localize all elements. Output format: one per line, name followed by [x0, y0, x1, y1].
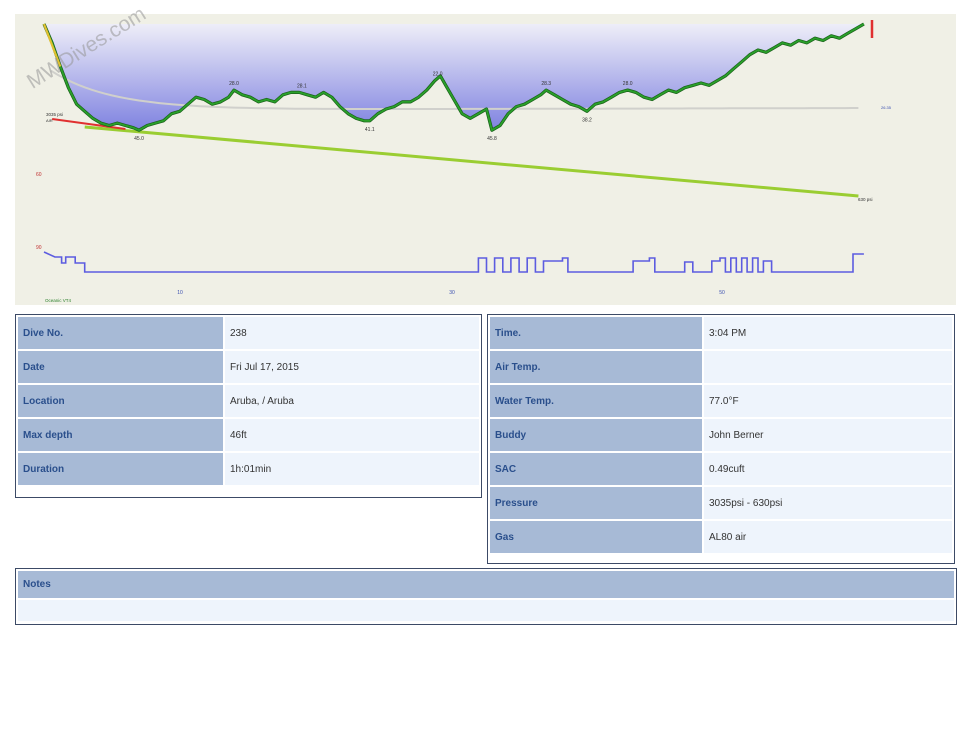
- depth-marker-label: 41.1: [365, 127, 375, 133]
- dive-info-label: Max depth: [18, 419, 223, 451]
- end-pressure-label: 630 psi: [858, 197, 873, 202]
- dive-condition-value: 77.0°F: [704, 385, 952, 417]
- dive-condition-value: 0.49cuft: [704, 453, 952, 485]
- dive-info-label: Location: [18, 385, 223, 417]
- start-pressure-label: 3035 psi: [46, 112, 63, 117]
- dive-info-label: Date: [18, 351, 223, 383]
- notes-label: Notes: [18, 571, 954, 598]
- notes-panel: Notes: [15, 568, 957, 625]
- dive-condition-row: SAC 0.49cuft: [490, 453, 952, 485]
- depth-marker-label: 45.0: [134, 136, 144, 142]
- dive-info-label: Duration: [18, 453, 223, 485]
- dive-info-row: Date Fri Jul 17, 2015: [18, 351, 479, 383]
- depth-marker-label: 28.0: [623, 81, 633, 87]
- dive-condition-label: Water Temp.: [490, 385, 702, 417]
- depth-axis-label: 90: [36, 245, 42, 251]
- dive-info-panel: Dive No. 238 Date Fri Jul 17, 2015 Location A…: [15, 314, 482, 498]
- dive-condition-label: Pressure: [490, 487, 702, 519]
- dive-condition-value: [704, 351, 952, 383]
- dive-conditions-table: Time. 3:04 PM Air Temp. Water Temp. 77.0°F Bu…: [488, 315, 954, 555]
- time-axis-label: 10: [177, 290, 183, 296]
- dive-computer-label: Oceanic VT4: [45, 298, 72, 303]
- dive-info-value: 46ft: [225, 419, 479, 451]
- dive-condition-value: AL80 air: [704, 521, 952, 553]
- depth-marker-label: 22.0: [433, 72, 443, 78]
- dive-condition-row: Air Temp.: [490, 351, 952, 383]
- dive-conditions-panel: Time. 3:04 PM Air Temp. Water Temp. 77.0°F Bu…: [487, 314, 955, 564]
- dive-info-row: Duration 1h:01min: [18, 453, 479, 485]
- dive-condition-label: Air Temp.: [490, 351, 702, 383]
- depth-marker-label: 28.1: [297, 83, 307, 89]
- dive-condition-value: 3:04 PM: [704, 317, 952, 349]
- dive-info-label: Dive No.: [18, 317, 223, 349]
- depth-marker-label: 45.8: [487, 136, 497, 142]
- dive-info-row: Max depth 46ft: [18, 419, 479, 451]
- dive-condition-row: Pressure 3035psi - 630psi: [490, 487, 952, 519]
- sac-end-label: 26.35: [881, 105, 892, 110]
- depth-axis-label: 60: [36, 172, 42, 178]
- time-axis-label: 30: [449, 290, 455, 296]
- dive-condition-label: Buddy: [490, 419, 702, 451]
- time-axis-label: 50: [719, 290, 725, 296]
- dive-condition-row: Water Temp. 77.0°F: [490, 385, 952, 417]
- dive-condition-row: Buddy John Berner: [490, 419, 952, 451]
- dive-condition-label: Gas: [490, 521, 702, 553]
- dive-condition-value: 3035psi - 630psi: [704, 487, 952, 519]
- dive-condition-label: Time.: [490, 317, 702, 349]
- dive-info-row: Location Aruba, / Aruba: [18, 385, 479, 417]
- dive-profile-chart: 45.0 28.0 28.1 41.1 22.0 45.8 28.3 38.2 28.0 60 90…: [15, 2, 956, 305]
- dive-condition-value: John Berner: [704, 419, 952, 451]
- dive-info-value: 1h:01min: [225, 453, 479, 485]
- dive-condition-row: Time. 3:04 PM: [490, 317, 952, 349]
- dive-condition-row: Gas AL80 air: [490, 521, 952, 553]
- dive-profile-svg: 45.0 28.0 28.1 41.1 22.0 45.8 28.3 38.2 28.0 60 90…: [15, 14, 956, 305]
- start-gas-label: AIR: [46, 118, 53, 123]
- depth-marker-label: 38.2: [582, 117, 592, 123]
- dive-info-value: 238: [225, 317, 479, 349]
- dive-info-row: Dive No. 238: [18, 317, 479, 349]
- dive-info-table: Dive No. 238 Date Fri Jul 17, 2015 Location A…: [16, 315, 481, 487]
- depth-marker-label: 28.3: [541, 81, 551, 87]
- dive-condition-label: SAC: [490, 453, 702, 485]
- notes-value: [18, 600, 954, 621]
- dive-info-value: Fri Jul 17, 2015: [225, 351, 479, 383]
- depth-marker-label: 28.0: [229, 81, 239, 87]
- dive-info-value: Aruba, / Aruba: [225, 385, 479, 417]
